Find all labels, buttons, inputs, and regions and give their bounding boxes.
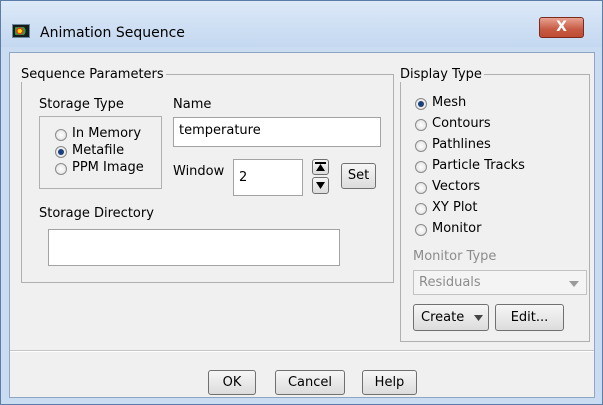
storage-directory-input[interactable] <box>48 229 340 266</box>
window-input-value: 2 <box>239 170 248 185</box>
display-type-label: Display Type <box>400 67 484 82</box>
create-button[interactable]: Create <box>413 304 489 331</box>
radio-contours[interactable] <box>415 119 427 131</box>
radio-metafile-label: Metafile <box>72 143 125 158</box>
radio-mesh[interactable] <box>415 98 427 110</box>
radio-in-memory-label: In Memory <box>72 126 142 141</box>
storage-type-label: Storage Type <box>39 97 124 112</box>
radio-mesh-label: Mesh <box>432 95 467 110</box>
radio-ppm-image[interactable] <box>55 163 67 175</box>
footer-divider <box>10 350 594 352</box>
set-button[interactable]: Set <box>341 163 376 189</box>
help-button[interactable]: Help <box>362 370 417 395</box>
radio-pathlines-label: Pathlines <box>432 137 491 152</box>
radio-in-memory[interactable] <box>55 129 67 141</box>
arrow-down-icon <box>316 182 325 189</box>
window-decrement-button[interactable] <box>312 177 329 194</box>
create-button-label: Create <box>421 310 465 325</box>
ok-button[interactable]: OK <box>208 370 256 395</box>
radio-xy-plot-label: XY Plot <box>432 200 478 215</box>
chevron-down-icon <box>474 315 483 321</box>
monitor-type-select[interactable]: Residuals <box>413 270 587 295</box>
monitor-type-value: Residuals <box>419 275 481 290</box>
radio-xy-plot[interactable] <box>415 203 427 215</box>
window-title: Animation Sequence <box>40 25 185 41</box>
radio-monitor-label: Monitor <box>432 221 482 236</box>
dialog-body: Sequence Parameters Storage Type In Memo… <box>9 52 595 398</box>
radio-vectors-label: Vectors <box>432 179 481 194</box>
display-type-group <box>400 74 590 342</box>
name-input-value: temperature <box>179 123 261 138</box>
chevron-down-icon <box>569 281 579 287</box>
storage-directory-label: Storage Directory <box>39 206 154 221</box>
arrow-up-icon <box>315 162 326 171</box>
sequence-parameters-label: Sequence Parameters <box>21 67 166 82</box>
radio-ppm-image-label: PPM Image <box>72 160 144 175</box>
cancel-button[interactable]: Cancel <box>275 370 345 395</box>
radio-vectors[interactable] <box>415 182 427 194</box>
dialog-window: Animation Sequence X Sequence Parameters… <box>0 0 603 405</box>
radio-contours-label: Contours <box>432 116 491 131</box>
window-input[interactable]: 2 <box>233 159 303 196</box>
radio-monitor[interactable] <box>415 224 427 236</box>
title-bar[interactable]: Animation Sequence X <box>1 1 602 47</box>
window-label: Window <box>173 164 225 179</box>
radio-metafile[interactable] <box>55 146 67 158</box>
radio-pathlines[interactable] <box>415 140 427 152</box>
close-button[interactable]: X <box>539 17 584 38</box>
monitor-type-label: Monitor Type <box>413 249 497 264</box>
radio-particle-tracks-label: Particle Tracks <box>432 158 525 173</box>
app-icon <box>12 24 30 38</box>
window-increment-button[interactable] <box>312 159 329 175</box>
radio-particle-tracks[interactable] <box>415 161 427 173</box>
edit-button[interactable]: Edit... <box>495 304 564 331</box>
name-input[interactable]: temperature <box>173 117 381 147</box>
name-label: Name <box>173 97 212 112</box>
